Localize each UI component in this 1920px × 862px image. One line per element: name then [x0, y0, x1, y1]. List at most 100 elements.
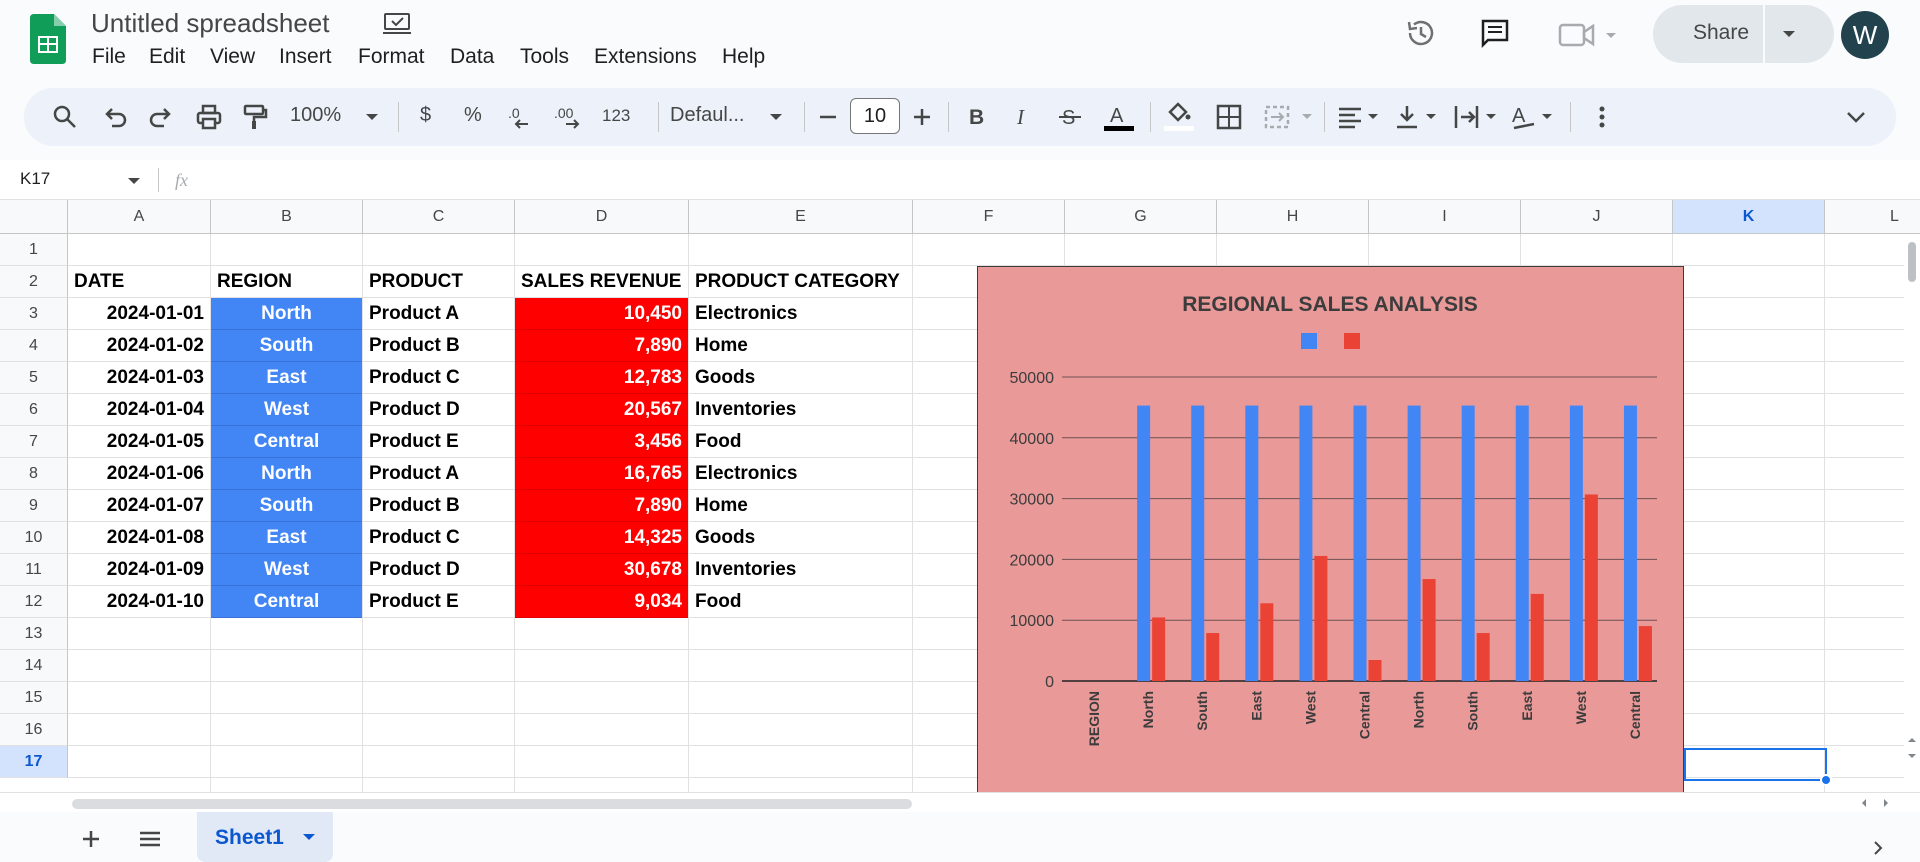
product-cell[interactable]: Product A	[363, 458, 514, 490]
all-sheets-icon[interactable]	[138, 828, 162, 850]
add-sheet-icon[interactable]	[80, 828, 102, 850]
column-header-f[interactable]: F	[913, 200, 1065, 234]
scroll-down-icon[interactable]	[1906, 750, 1918, 762]
row-header-10[interactable]: 10	[0, 522, 68, 554]
decrease-decimal-icon[interactable]: .0	[506, 102, 536, 132]
paint-format-icon[interactable]	[240, 102, 270, 132]
region-cell[interactable]: Central	[211, 586, 362, 618]
active-cell-selection[interactable]	[1684, 748, 1827, 781]
comments-icon[interactable]	[1480, 18, 1510, 48]
column-header-l[interactable]: L	[1825, 200, 1920, 234]
date-cell[interactable]: 2024-01-09	[68, 554, 210, 586]
row-header-9[interactable]: 9	[0, 490, 68, 522]
product-cell[interactable]: Product D	[363, 394, 514, 426]
product-cell[interactable]: Product D	[363, 554, 514, 586]
text-wrapping-icon[interactable]	[1452, 102, 1502, 132]
column-header-e[interactable]: E	[689, 200, 913, 234]
menu-insert[interactable]: Insert	[279, 45, 332, 69]
date-cell[interactable]: 2024-01-08	[68, 522, 210, 554]
print-icon[interactable]	[194, 102, 224, 132]
revenue-cell[interactable]: 12,783	[515, 362, 688, 394]
currency-format-button[interactable]: $	[420, 104, 431, 127]
column-header-b[interactable]: B	[211, 200, 363, 234]
menu-edit[interactable]: Edit	[149, 45, 185, 69]
bold-icon[interactable]: B	[964, 102, 990, 132]
date-cell[interactable]: 2024-01-04	[68, 394, 210, 426]
column-header-h[interactable]: H	[1217, 200, 1369, 234]
row-header-2[interactable]: 2	[0, 266, 68, 298]
percent-format-button[interactable]: %	[464, 104, 482, 127]
revenue-cell[interactable]: 16,765	[515, 458, 688, 490]
header-region-cell[interactable]: REGION	[211, 266, 362, 298]
row-header-4[interactable]: 4	[0, 330, 68, 362]
more-formats-button[interactable]: 123	[602, 106, 630, 126]
row-header-1[interactable]: 1	[0, 234, 68, 266]
header-date-cell[interactable]: DATE	[68, 266, 210, 298]
category-cell[interactable]: Home	[689, 330, 912, 362]
category-cell[interactable]: Electronics	[689, 458, 912, 490]
horizontal-scroll-thumb[interactable]	[72, 799, 912, 809]
select-all-corner[interactable]	[0, 200, 68, 234]
formula-input[interactable]	[210, 164, 1900, 196]
header-sales-revenue-cell[interactable]: SALES REVENUE	[515, 266, 688, 298]
text-color-icon[interactable]: A	[1102, 102, 1136, 132]
name-box[interactable]: K17	[20, 169, 50, 189]
menu-format[interactable]: Format	[358, 45, 425, 69]
category-cell[interactable]: Inventories	[689, 394, 912, 426]
strikethrough-icon[interactable]: S	[1056, 102, 1084, 132]
row-header-15[interactable]: 15	[0, 682, 68, 714]
region-cell[interactable]: North	[211, 298, 362, 330]
vertical-scrollbar[interactable]	[1904, 234, 1920, 792]
text-rotation-icon[interactable]: A	[1510, 102, 1560, 132]
column-header-k[interactable]: K	[1673, 200, 1825, 234]
revenue-cell[interactable]: 7,890	[515, 490, 688, 522]
revenue-cell[interactable]: 30,678	[515, 554, 688, 586]
revenue-cell[interactable]: 10,450	[515, 298, 688, 330]
row-header-8[interactable]: 8	[0, 458, 68, 490]
date-cell[interactable]: 2024-01-01	[68, 298, 210, 330]
menu-tools[interactable]: Tools	[520, 45, 569, 69]
font-dropdown-icon[interactable]	[768, 102, 784, 132]
menu-file[interactable]: File	[92, 45, 126, 69]
decrease-font-size-icon[interactable]	[816, 102, 840, 132]
column-header-d[interactable]: D	[515, 200, 689, 234]
row-header-3[interactable]: 3	[0, 298, 68, 330]
category-cell[interactable]: Food	[689, 586, 912, 618]
zoom-select[interactable]: 100%	[290, 104, 341, 127]
version-history-icon[interactable]	[1405, 17, 1437, 49]
side-panel-chevron-icon[interactable]	[1870, 840, 1886, 856]
regional-sales-chart[interactable]: REGIONAL SALES ANALYSIS 0 10000 20000 30000 4…	[977, 266, 1684, 792]
fill-color-icon[interactable]	[1162, 102, 1196, 132]
vertical-align-icon[interactable]	[1394, 102, 1444, 132]
row-header-17[interactable]: 17	[0, 746, 68, 778]
increase-decimal-icon[interactable]: .00	[554, 102, 588, 132]
fill-handle[interactable]	[1820, 774, 1832, 786]
redo-icon[interactable]	[146, 102, 176, 132]
date-cell[interactable]: 2024-01-03	[68, 362, 210, 394]
menu-view[interactable]: View	[210, 45, 255, 69]
row-header-7[interactable]: 7	[0, 426, 68, 458]
header-product-cell[interactable]: PRODUCT	[363, 266, 514, 298]
search-menus-icon[interactable]	[50, 102, 80, 132]
region-cell[interactable]: West	[211, 394, 362, 426]
region-cell[interactable]: East	[211, 522, 362, 554]
italic-icon[interactable]: I	[1010, 102, 1036, 132]
scroll-up-icon[interactable]	[1906, 734, 1918, 746]
more-options-icon[interactable]	[1592, 102, 1612, 132]
sheet-tab-dropdown-icon[interactable]	[301, 830, 317, 844]
product-cell[interactable]: Product A	[363, 298, 514, 330]
collapse-toolbar-icon[interactable]	[1844, 102, 1868, 132]
category-cell[interactable]: Goods	[689, 522, 912, 554]
date-cell[interactable]: 2024-01-05	[68, 426, 210, 458]
row-header-13[interactable]: 13	[0, 618, 68, 650]
undo-icon[interactable]	[100, 102, 130, 132]
revenue-cell[interactable]: 20,567	[515, 394, 688, 426]
category-cell[interactable]: Electronics	[689, 298, 912, 330]
column-header-j[interactable]: J	[1521, 200, 1673, 234]
category-cell[interactable]: Goods	[689, 362, 912, 394]
product-cell[interactable]: Product C	[363, 522, 514, 554]
name-box-dropdown-icon[interactable]	[126, 174, 142, 188]
category-cell[interactable]: Inventories	[689, 554, 912, 586]
category-cell[interactable]: Food	[689, 426, 912, 458]
menu-data[interactable]: Data	[450, 45, 494, 69]
